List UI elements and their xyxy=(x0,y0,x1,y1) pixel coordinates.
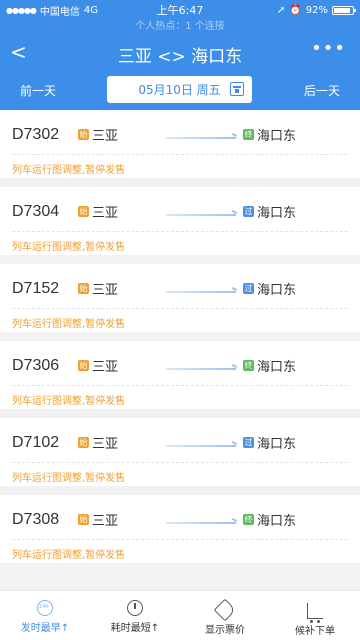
more-menu-button[interactable]: ••• xyxy=(311,38,346,59)
timer-icon xyxy=(127,600,143,616)
train-list: D7302 始 三亚 终 海口东 列车运行图调整,暂停发售 D7304 始 三亚… xyxy=(0,110,360,572)
clock-24h-icon xyxy=(37,600,53,616)
arrival-station-name: 海口东 xyxy=(257,129,297,144)
arrival-station-name: 海口东 xyxy=(257,206,297,221)
arrival-badge: 终 xyxy=(243,129,254,140)
next-day-button[interactable]: 后一天 xyxy=(304,82,340,99)
departure-station: 始 三亚 xyxy=(78,510,118,529)
departure-station: 始 三亚 xyxy=(78,279,118,298)
tab-label: 耗时最短↑ xyxy=(110,623,160,634)
departure-station: 始 三亚 xyxy=(78,202,118,221)
train-card[interactable]: D7152 始 三亚 过 海口东 列车运行图调整,暂停发售 xyxy=(0,264,360,332)
arrival-station-name: 海口东 xyxy=(257,283,297,298)
arrival-station-name: 海口东 xyxy=(257,360,297,375)
arrival-badge: 过 xyxy=(243,206,254,217)
origin-badge: 始 xyxy=(78,283,89,294)
arrival-station: 过 海口东 xyxy=(243,202,296,221)
route-arrow-icon xyxy=(166,291,236,293)
train-card[interactable]: D7308 始 三亚 终 海口东 列车运行图调整,暂停发售 xyxy=(0,495,360,563)
date-picker[interactable]: 05月10日 周五 xyxy=(107,76,252,103)
tab-clock-24h[interactable]: 发时最早↑ xyxy=(0,591,90,640)
departure-station-name: 三亚 xyxy=(92,206,119,221)
bottom-tab-bar: 发时最早↑ 耗时最短↑ 显示票价 候补下单 xyxy=(0,590,360,640)
route-arrow-icon xyxy=(166,214,236,216)
arrival-badge: 终 xyxy=(243,360,254,371)
divider xyxy=(12,154,348,155)
hotspot-banner: 个人热点：1 个连接 xyxy=(135,21,225,32)
origin-badge: 始 xyxy=(78,514,89,525)
arrival-station: 终 海口东 xyxy=(243,356,296,375)
departure-station-name: 三亚 xyxy=(92,360,119,375)
price-tag-icon xyxy=(213,598,237,622)
train-number: D7152 xyxy=(12,280,60,297)
train-number: D7102 xyxy=(12,434,60,451)
origin-badge: 始 xyxy=(78,206,89,217)
tab-timer[interactable]: 耗时最短↑ xyxy=(90,591,180,640)
arrival-station-name: 海口东 xyxy=(257,514,297,529)
train-card[interactable]: D7302 始 三亚 终 海口东 列车运行图调整,暂停发售 xyxy=(0,110,360,178)
arrival-badge: 终 xyxy=(243,514,254,525)
departure-station-name: 三亚 xyxy=(92,437,119,452)
arrival-station: 终 海口东 xyxy=(243,125,296,144)
arrival-station-name: 海口东 xyxy=(257,437,297,452)
arrival-station: 过 海口东 xyxy=(243,433,296,452)
battery-icon xyxy=(332,5,356,15)
tab-label: 发时最早↑ xyxy=(20,623,70,634)
calendar-icon xyxy=(230,82,244,96)
sale-notice: 列车运行图调整,暂停发售 xyxy=(12,165,126,176)
train-number: D7304 xyxy=(12,203,60,220)
tab-label: 候补下单 xyxy=(295,626,335,637)
departure-station: 始 三亚 xyxy=(78,433,118,452)
selected-date: 05月10日 周五 xyxy=(138,83,221,97)
tab-cart[interactable]: 候补下单 xyxy=(270,591,360,640)
carrier-name: 中国电信 xyxy=(39,6,80,18)
alarm-icon: ⏰ xyxy=(289,4,302,16)
departure-station: 始 三亚 xyxy=(78,125,118,144)
sale-notice: 列车运行图调整,暂停发售 xyxy=(12,473,126,484)
route-arrow-icon xyxy=(166,445,236,447)
divider xyxy=(12,462,348,463)
divider xyxy=(12,385,348,386)
arrival-badge: 过 xyxy=(243,283,254,294)
prev-day-button[interactable]: 前一天 xyxy=(20,82,56,99)
arrival-badge: 过 xyxy=(243,437,254,448)
origin-badge: 始 xyxy=(78,360,89,371)
departure-station-name: 三亚 xyxy=(92,283,119,298)
sale-notice: 列车运行图调整,暂停发售 xyxy=(12,396,126,407)
signal-icon: ●●●●● xyxy=(6,5,37,15)
sale-notice: 列车运行图调整,暂停发售 xyxy=(12,319,126,330)
train-number: D7302 xyxy=(12,126,60,143)
sale-notice: 列车运行图调整,暂停发售 xyxy=(12,242,126,253)
tab-price-tag[interactable]: 显示票价 xyxy=(180,591,270,640)
route-arrow-icon xyxy=(166,137,236,139)
network-type: 4G xyxy=(83,4,99,16)
status-time: 上午6:47 xyxy=(156,4,204,17)
departure-station: 始 三亚 xyxy=(78,356,118,375)
divider xyxy=(12,308,348,309)
sale-notice: 列车运行图调整,暂停发售 xyxy=(12,550,126,561)
train-card[interactable]: D7102 始 三亚 过 海口东 列车运行图调整,暂停发售 xyxy=(0,418,360,486)
divider xyxy=(12,231,348,232)
cart-icon xyxy=(307,603,323,623)
location-icon: ➚ xyxy=(276,4,286,16)
tab-label: 显示票价 xyxy=(205,625,245,636)
origin-badge: 始 xyxy=(78,129,89,140)
departure-station-name: 三亚 xyxy=(92,514,119,529)
train-number: D7308 xyxy=(12,511,60,528)
train-card[interactable]: D7304 始 三亚 过 海口东 列车运行图调整,暂停发售 xyxy=(0,187,360,255)
arrival-station: 终 海口东 xyxy=(243,510,296,529)
route-arrow-icon xyxy=(166,522,236,524)
page-title: 三亚 <> 海口东 xyxy=(117,47,243,67)
arrival-station: 过 海口东 xyxy=(243,279,296,298)
battery-percent: 92% xyxy=(305,4,328,16)
origin-badge: 始 xyxy=(78,437,89,448)
date-navigator: 前一天 05月10日 周五 后一天 xyxy=(0,74,360,106)
route-arrow-icon xyxy=(166,368,236,370)
departure-station-name: 三亚 xyxy=(92,129,119,144)
divider xyxy=(12,539,348,540)
train-card[interactable]: D7306 始 三亚 终 海口东 列车运行图调整,暂停发售 xyxy=(0,341,360,409)
train-number: D7306 xyxy=(12,357,60,374)
